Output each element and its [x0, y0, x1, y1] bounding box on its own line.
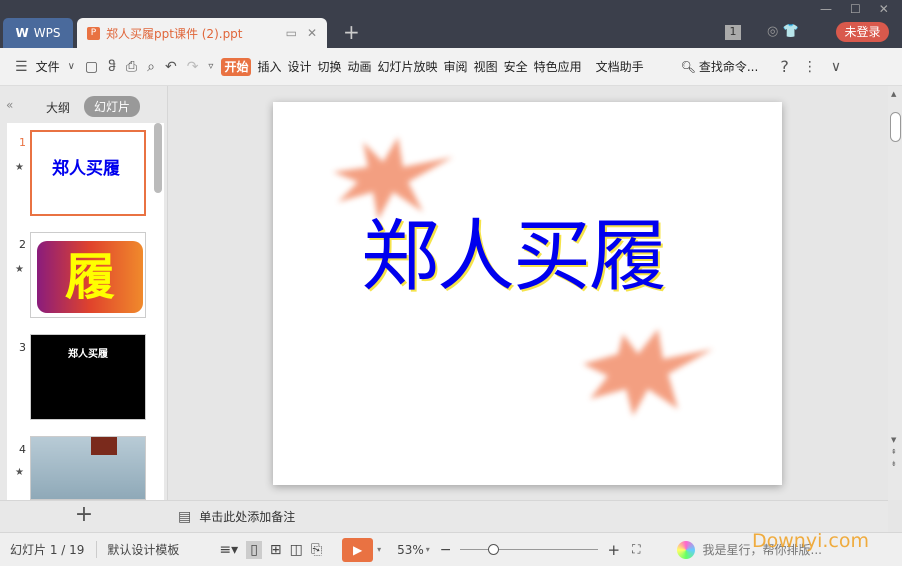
undo-icon[interactable]: ↶	[160, 59, 182, 75]
page-nav-icons[interactable]: ▼ ⇞ ⇟	[891, 434, 897, 470]
print-icon[interactable]: ⎙	[121, 59, 142, 75]
more-icon[interactable]: ▿	[203, 61, 218, 72]
reading-view-icon[interactable]: ◫	[290, 542, 303, 558]
collapse-panel-icon[interactable]: «	[6, 98, 13, 112]
title-bar: W WPS P 郑人买履ppt课件 (2).ppt ▭ ✕ + — ☐ ✕ 1 ◎ 👕 未登…	[0, 0, 902, 48]
chevron-down-icon[interactable]: ∨	[63, 61, 80, 72]
tab-slides[interactable]: 幻灯片	[84, 96, 141, 117]
tab-document[interactable]: P 郑人买履ppt课件 (2).ppt ▭ ✕	[77, 18, 327, 48]
notes-area[interactable]: ▤ 单击此处添加备注	[168, 500, 888, 532]
search-command[interactable]: 查找命令...	[696, 58, 761, 75]
add-slide-button[interactable]: +	[0, 500, 168, 532]
slide-number: 1	[19, 136, 26, 149]
tab-insert[interactable]: 插入	[254, 58, 284, 75]
tab-home[interactable]: 开始	[221, 58, 252, 76]
zoom-slider[interactable]	[459, 543, 598, 556]
illustration	[91, 437, 117, 455]
play-slideshow-button[interactable]: ▶	[342, 537, 374, 562]
scroll-up-icon[interactable]: ▲	[891, 90, 896, 98]
tab-outline[interactable]: 大纲	[46, 99, 70, 116]
thumb-title: 郑人买履	[68, 349, 108, 360]
format-painter-icon[interactable]: ჵ	[103, 59, 121, 75]
slide-canvas[interactable]: 郑人买履	[273, 102, 782, 485]
tab-animation[interactable]: 动画	[345, 58, 375, 75]
thumbnail-scrollbar[interactable]	[154, 123, 162, 193]
slide-title[interactable]: 郑人买履	[361, 194, 667, 306]
collapse-ribbon-icon[interactable]: ∨	[826, 59, 846, 75]
ppt-file-icon: P	[87, 26, 100, 40]
maple-leaf-image	[583, 329, 713, 416]
skin-icon[interactable]: ◎ 👕	[767, 24, 799, 39]
slide-number: 2	[19, 238, 26, 251]
maximize-button[interactable]: ☐	[850, 2, 861, 16]
tab-special[interactable]: 特色应用	[531, 58, 585, 75]
assistant-icon[interactable]	[676, 540, 695, 559]
slide-panel: « 大纲 幻灯片 1 ★ 郑人买履 2 ★ 履 3 郑人买履 4 ★	[0, 86, 168, 500]
print-preview-icon[interactable]: ⌕	[142, 59, 160, 75]
zoom-slider-handle[interactable]	[487, 543, 499, 555]
wps-logo-icon: W	[15, 26, 29, 40]
zoom-dropdown-icon[interactable]: ▾	[426, 545, 430, 554]
tab-view[interactable]: 视图	[471, 58, 501, 75]
notes-placeholder[interactable]: 单击此处添加备注	[199, 508, 295, 525]
template-name[interactable]: 默认设计模板	[96, 541, 179, 558]
fit-window-icon[interactable]: ⛶	[632, 542, 640, 557]
slide-thumbnail-4[interactable]	[30, 436, 146, 500]
more-options-icon[interactable]: ⋮	[798, 59, 822, 75]
new-tab-button[interactable]: +	[343, 20, 360, 44]
vertical-scrollbar[interactable]: ▲ ▼ ⇞ ⇟	[888, 86, 902, 500]
watermark: Downyi.com	[752, 530, 869, 552]
zoom-out-button[interactable]: −	[440, 542, 452, 558]
tab-transition[interactable]: 切换	[315, 58, 345, 75]
notes-toggle-icon[interactable]: ≡▾	[219, 542, 238, 558]
minimize-button[interactable]: —	[820, 2, 832, 16]
tab-doc-assistant[interactable]: 文档助手	[593, 58, 647, 75]
save-icon[interactable]: ▢	[80, 59, 103, 75]
zoom-in-button[interactable]: +	[608, 541, 621, 559]
menu-icon[interactable]: ☰	[10, 59, 33, 75]
toolbar: ☰ 文件 ∨ ▢ ჵ ⎙ ⌕ ↶ ↷ ▿ 开始 插入 设计 切换 动画 幻灯片放…	[0, 48, 902, 86]
notes-icon: ▤	[178, 508, 192, 525]
thumb-title: 郑人买履	[52, 159, 120, 179]
sorter-view-icon[interactable]: ⊞	[270, 542, 282, 558]
play-options-icon[interactable]: ▾	[377, 545, 381, 554]
animation-star-icon: ★	[15, 162, 24, 173]
tab-wps[interactable]: W WPS	[3, 18, 73, 48]
tab-slideshow[interactable]: 幻灯片放映	[375, 58, 441, 75]
slide-thumbnail-2[interactable]: 履	[30, 232, 146, 318]
help-icon[interactable]: ?	[775, 57, 794, 76]
zoom-level[interactable]: 53%	[397, 543, 424, 557]
slide-thumbnail-3[interactable]: 郑人买履	[30, 334, 146, 420]
animation-star-icon: ★	[15, 467, 24, 478]
slide-thumbnail-1[interactable]: 郑人买履	[30, 130, 146, 216]
slide-number: 4	[19, 443, 26, 456]
login-button[interactable]: 未登录	[836, 22, 889, 42]
slide-count: 幻灯片 1 / 19	[10, 543, 85, 557]
tab-review[interactable]: 审阅	[441, 58, 471, 75]
close-tab-icon[interactable]: ✕	[307, 26, 317, 40]
monitor-icon[interactable]: ▭	[286, 26, 297, 40]
file-menu[interactable]: 文件	[33, 58, 63, 75]
tab-security[interactable]: 安全	[501, 58, 531, 75]
close-window-button[interactable]: ✕	[879, 2, 889, 16]
scroll-thumb[interactable]	[890, 112, 901, 142]
thumb-title: 履	[37, 241, 143, 313]
tab-design[interactable]: 设计	[284, 58, 314, 75]
window-count-badge[interactable]: 1	[725, 25, 741, 40]
redo-icon[interactable]: ↷	[182, 59, 204, 75]
normal-view-icon[interactable]: ▯	[246, 540, 262, 559]
slide-number: 3	[19, 341, 26, 354]
search-icon[interactable]: 🔍︎	[681, 60, 696, 74]
presenter-icon[interactable]: ⎘	[311, 542, 322, 558]
animation-star-icon: ★	[15, 264, 24, 275]
